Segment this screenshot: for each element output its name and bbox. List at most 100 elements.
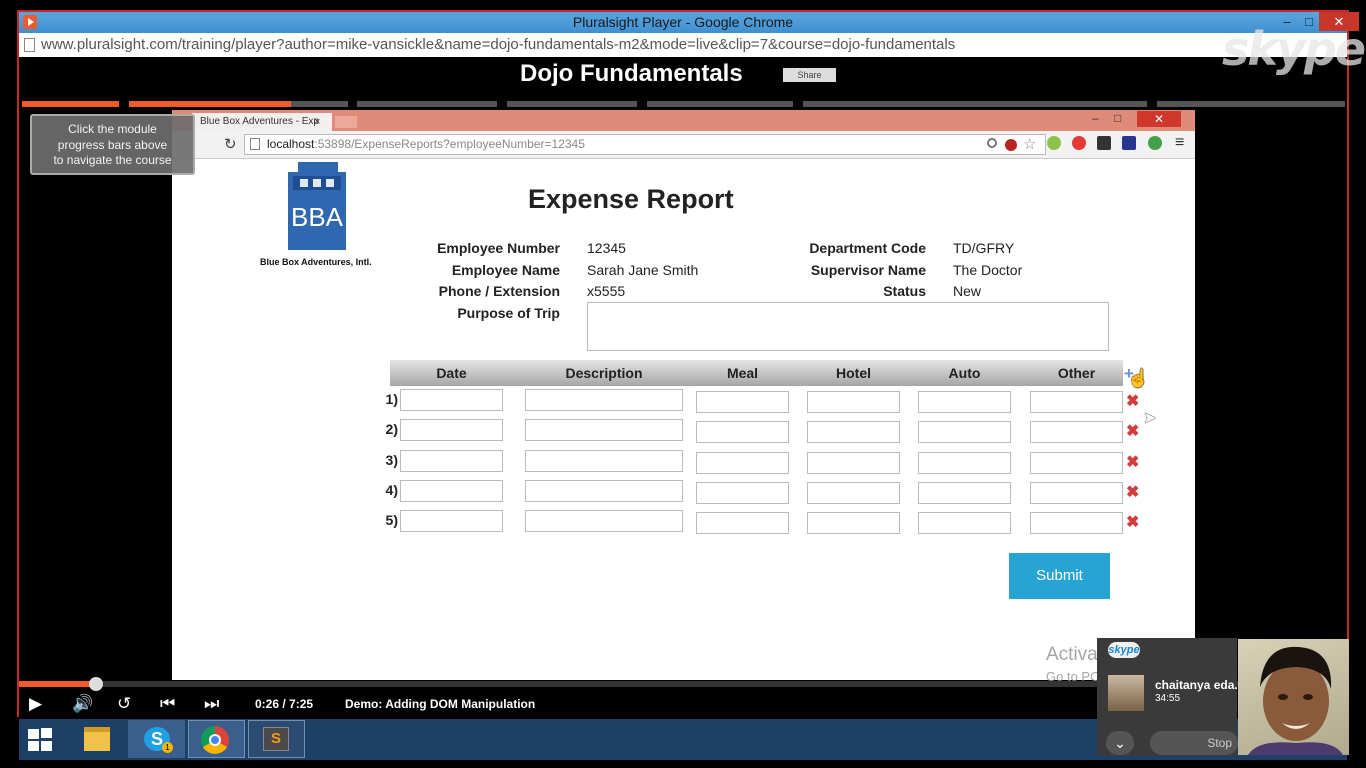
other-input[interactable] (1030, 512, 1123, 535)
description-input[interactable] (525, 449, 683, 472)
demo-toolbar: ↻ localhost:53898/ExpenseReports?employe… (172, 131, 1195, 159)
module-progress-bar[interactable] (803, 101, 1147, 107)
module-progress-bar[interactable] (1157, 101, 1345, 107)
tooltip-line: Click the module (68, 122, 157, 136)
hotel-input[interactable] (807, 391, 900, 413)
meal-input[interactable] (696, 391, 789, 413)
taskbar-file-explorer[interactable] (68, 720, 125, 758)
delete-row-icon[interactable]: ✖ (1126, 482, 1139, 502)
url-path: :53898/ExpenseReports?employeeNumber=123… (314, 137, 585, 151)
timecode: 0:26 / 7:25 (255, 697, 314, 711)
column-header-date: Date (436, 365, 467, 381)
previous-clip-icon[interactable]: ⏮ (160, 694, 175, 714)
date-input[interactable] (400, 419, 503, 442)
logo-caption: Blue Box Adventures, Intl. (260, 257, 372, 267)
demo-url[interactable]: localhost:53898/ExpenseReports?employeeN… (267, 135, 585, 154)
pointer-cursor-icon: ➤ (1143, 410, 1157, 427)
hotel-input[interactable] (807, 481, 900, 504)
adblock-extension-icon[interactable] (1072, 136, 1086, 150)
submit-button[interactable]: Submit (1009, 553, 1110, 599)
hotel-input[interactable] (807, 451, 900, 474)
module-progress-bar[interactable] (357, 101, 497, 107)
module-progress-bar[interactable] (22, 101, 119, 107)
new-tab-button[interactable] (335, 116, 357, 128)
auto-input[interactable] (918, 391, 1011, 413)
play-icon[interactable]: ▶ (29, 694, 42, 714)
row-number: 1) (385, 391, 398, 407)
delete-row-icon[interactable]: ✖ (1126, 512, 1139, 532)
purpose-of-trip-textarea[interactable] (587, 302, 1109, 351)
meal-input[interactable] (696, 421, 789, 444)
taskbar-sublime-text[interactable]: S (248, 720, 305, 758)
delete-row-icon[interactable]: ✖ (1126, 452, 1139, 472)
other-input[interactable] (1030, 421, 1123, 444)
delete-row-icon[interactable]: ✖ (1126, 391, 1139, 411)
reload-icon[interactable]: ↻ (224, 135, 237, 153)
address-bar[interactable]: www.pluralsight.com/training/player?auth… (19, 33, 1347, 57)
auto-input[interactable] (918, 481, 1011, 504)
module-tooltip: Click the module progress bars above to … (30, 114, 195, 175)
extension-icon[interactable] (1122, 136, 1136, 150)
other-input[interactable] (1030, 391, 1123, 413)
share-button[interactable]: Share (783, 68, 836, 82)
taskbar-skype[interactable]: S 1 (128, 720, 185, 758)
auto-input[interactable] (918, 421, 1011, 444)
phone-extension-value: x5555 (587, 283, 626, 299)
course-title: Dojo Fundamentals (520, 60, 743, 87)
demo-maximize-button[interactable]: □ (1114, 111, 1121, 125)
volume-icon[interactable]: 🔊 (72, 694, 93, 714)
sublime-text-icon: S (263, 727, 289, 751)
delete-row-icon[interactable]: ✖ (1126, 421, 1139, 441)
auto-input[interactable] (918, 512, 1011, 535)
tab-close-icon[interactable]: × (314, 113, 320, 131)
department-code-label: Department Code (809, 240, 926, 256)
column-header-auto: Auto (948, 365, 981, 381)
date-input[interactable] (400, 479, 503, 502)
replay-icon[interactable]: ↺ (117, 694, 131, 714)
android-extension-icon[interactable] (1047, 136, 1061, 150)
module-progress-bar[interactable] (647, 101, 793, 107)
address-url[interactable]: www.pluralsight.com/training/player?auth… (41, 33, 955, 57)
taskbar-chrome[interactable] (188, 720, 245, 758)
bookmark-star-icon[interactable]: ☆ (1023, 135, 1036, 153)
other-input[interactable] (1030, 451, 1123, 474)
next-clip-icon[interactable]: ⏭ (204, 694, 219, 714)
demo-minimize-button[interactable]: – (1092, 111, 1099, 125)
module-progress-bar[interactable] (129, 101, 348, 107)
chevron-down-icon[interactable]: ⌄ (1106, 731, 1134, 755)
status-label: Status (883, 283, 926, 299)
hotel-input[interactable] (807, 512, 900, 535)
description-input[interactable] (525, 510, 683, 533)
meal-input[interactable] (696, 451, 789, 474)
webcam-video (1238, 639, 1349, 755)
video-scrubber-handle[interactable] (89, 677, 103, 691)
page-icon (250, 138, 260, 150)
auto-input[interactable] (918, 451, 1011, 474)
stop-sharing-button[interactable]: Stop (1150, 731, 1238, 755)
date-input[interactable] (400, 510, 503, 533)
extension-icon[interactable] (1005, 139, 1017, 151)
demo-close-button[interactable]: ✕ (1137, 111, 1181, 127)
settings-gear-icon[interactable] (1097, 136, 1111, 150)
menu-icon[interactable]: ≡ (1175, 134, 1184, 152)
extension-icon[interactable] (1148, 136, 1162, 150)
browser-tab[interactable]: Blue Box Adventures - Exp (192, 113, 332, 131)
row-number: 4) (385, 481, 398, 498)
date-input[interactable] (400, 449, 503, 472)
hotel-input[interactable] (807, 421, 900, 444)
player-window-titlebar: Pluralsight Player - Google Chrome – □ ✕ (19, 12, 1359, 33)
employee-name-value: Sarah Jane Smith (587, 262, 699, 278)
other-input[interactable] (1030, 481, 1123, 504)
meal-input[interactable] (696, 512, 789, 535)
zoom-icon[interactable] (987, 138, 997, 148)
clip-title: Demo: Adding DOM Manipulation (345, 697, 536, 711)
demo-omnibox[interactable]: localhost:53898/ExpenseReports?employeeN… (244, 134, 1046, 155)
date-input[interactable] (400, 389, 503, 411)
description-input[interactable] (525, 389, 683, 411)
description-input[interactable] (525, 419, 683, 442)
meal-input[interactable] (696, 481, 789, 504)
module-progress-bar[interactable] (507, 101, 637, 107)
start-windows-icon[interactable] (28, 728, 54, 752)
description-input[interactable] (525, 479, 683, 502)
supervisor-name-label: Supervisor Name (810, 262, 926, 278)
